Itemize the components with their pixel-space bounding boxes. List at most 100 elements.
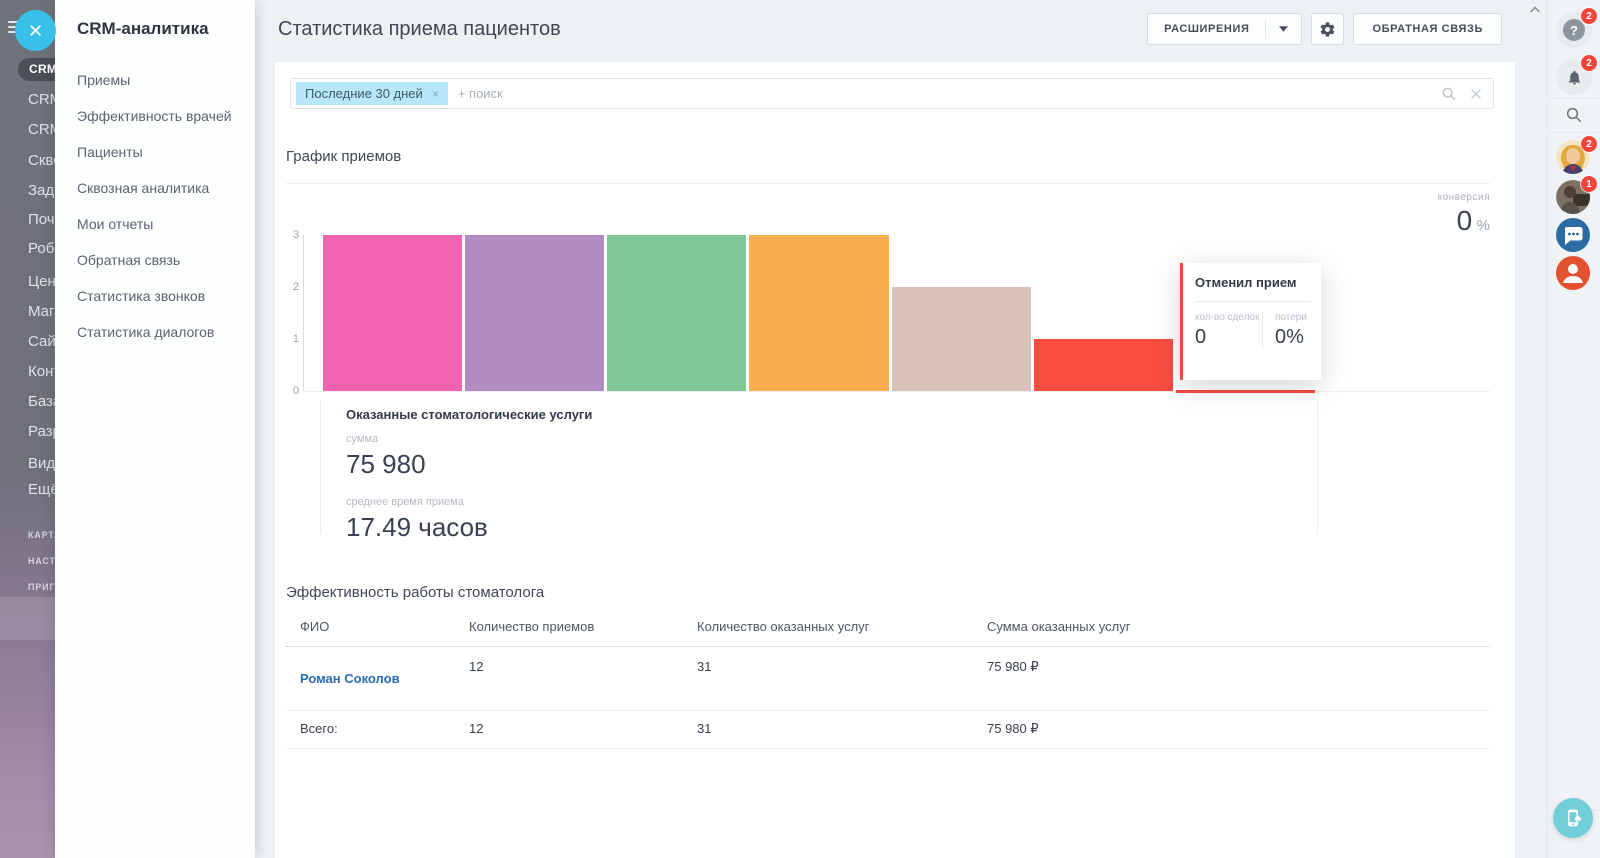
- y-tick-label: 2: [277, 281, 299, 293]
- feedback-label: ОБРАТНАЯ СВЯЗЬ: [1372, 23, 1483, 35]
- table-cell: 31: [697, 711, 987, 748]
- plan-row[interactable]: ОС 9 д: [0, 597, 55, 640]
- sidebar-item[interactable]: Цент: [28, 273, 55, 290]
- main-area: Статистика приема пациентов РАСШИРЕНИЯ О…: [255, 0, 1515, 858]
- funnel-bar[interactable]: [1034, 339, 1173, 391]
- menu-item-пациенты[interactable]: Пациенты: [55, 134, 255, 170]
- close-icon: [28, 23, 43, 38]
- sidebar-item[interactable]: Скво: [28, 152, 55, 169]
- sidebar-item[interactable]: Ещё: [28, 481, 55, 498]
- sidebar-item[interactable]: Зада: [28, 182, 55, 199]
- tag-close-icon[interactable]: ×: [432, 87, 439, 101]
- tooltip-title: Отменил прием: [1195, 275, 1311, 290]
- funnel-section-title: График приемов: [286, 148, 401, 165]
- funnel-bar[interactable]: [892, 287, 1031, 391]
- filter-bar[interactable]: Последние 30 дней × + поиск: [290, 78, 1494, 109]
- person-icon: [1556, 256, 1590, 290]
- sidebar-item[interactable]: Робо: [28, 240, 55, 257]
- table-cell: 12: [469, 647, 697, 710]
- funnel-bar[interactable]: [607, 235, 746, 391]
- funnel-stage[interactable]: [892, 235, 1031, 391]
- right-rail: ? 2 2 2 1: [1547, 0, 1600, 858]
- menu-item-статистика-диалогов[interactable]: Статистика диалогов: [55, 314, 255, 350]
- table-cell: 75 980 ₽: [987, 647, 1490, 710]
- sidebar-section-label[interactable]: ПРИГЛ: [28, 582, 55, 592]
- menu-item-статистика-звонков[interactable]: Статистика звонков: [55, 278, 255, 314]
- menu-item-эффективность-врачей[interactable]: Эффективность врачей: [55, 98, 255, 134]
- profile-button[interactable]: [1556, 256, 1592, 292]
- help-button[interactable]: ? 2: [1556, 12, 1592, 48]
- search-icon: [1565, 106, 1583, 124]
- funnel-bar[interactable]: [323, 235, 462, 391]
- question-icon: ?: [1563, 19, 1585, 41]
- notifications-button[interactable]: 2: [1556, 59, 1592, 95]
- summary-avg-value: 17.49 часов: [346, 512, 1317, 543]
- sidebar-section-label[interactable]: НАСТР: [28, 556, 55, 566]
- search-icon[interactable]: [1441, 86, 1457, 102]
- close-panel-button[interactable]: [15, 10, 56, 51]
- menu-item-обратная-связь[interactable]: Обратная связь: [55, 242, 255, 278]
- settings-button[interactable]: [1311, 13, 1344, 45]
- search-input[interactable]: + поиск: [458, 86, 503, 101]
- column-header: Количество оказанных услуг: [697, 619, 987, 634]
- sidebar-section-label[interactable]: КАРТА: [28, 530, 55, 540]
- conversion-unit: %: [1477, 217, 1490, 234]
- sidebar-item[interactable]: CRM: [28, 91, 55, 108]
- tooltip-deals-label: кол-во сделок: [1195, 312, 1262, 323]
- funnel-bar[interactable]: [749, 235, 888, 391]
- tooltip-divider: [1195, 301, 1311, 302]
- feedback-button[interactable]: ОБРАТНАЯ СВЯЗЬ: [1353, 13, 1502, 45]
- doctor-name-link[interactable]: Роман Соколов: [300, 671, 400, 686]
- analytics-menu-panel: CRM-аналитика ПриемыЭффективность врачей…: [55, 0, 255, 858]
- summary-title: Оказанные стоматологические услуги: [346, 407, 1317, 422]
- user-avatar[interactable]: 2: [1556, 140, 1592, 176]
- table-section-title: Эффективность работы стоматолога: [286, 584, 544, 601]
- funnel-stage[interactable]: [607, 235, 746, 391]
- clear-search-icon[interactable]: [1469, 87, 1483, 101]
- sidebar-item[interactable]: Почт: [28, 211, 55, 228]
- mobile-app-button[interactable]: [1553, 798, 1593, 838]
- extensions-button[interactable]: РАСШИРЕНИЯ: [1147, 13, 1302, 45]
- sidebar-item[interactable]: Виде: [28, 455, 55, 472]
- chevron-up-icon[interactable]: [1528, 3, 1542, 21]
- conversion-block: конверсия 0 %: [1438, 192, 1490, 237]
- menu-item-мои-отчеты[interactable]: Мои отчеты: [55, 206, 255, 242]
- funnel-stage[interactable]: [1034, 235, 1173, 391]
- conversion-label: конверсия: [1438, 192, 1490, 203]
- rail-divider: [1548, 132, 1600, 133]
- tooltip-loss-label: потери: [1275, 312, 1307, 323]
- sidebar-item[interactable]: Конт: [28, 363, 55, 380]
- table-cell: 31: [697, 647, 987, 710]
- sidebar-item[interactable]: CRM: [28, 121, 55, 138]
- sidebar-item-active[interactable]: CRM: [18, 58, 55, 81]
- y-tick-label: 0: [277, 385, 299, 397]
- tooltip-loss-value: 0%: [1275, 326, 1307, 349]
- main-header: Статистика приема пациентов РАСШИРЕНИЯ О…: [255, 0, 1515, 62]
- menu-item-приемы[interactable]: Приемы: [55, 62, 255, 98]
- app-window: CRM CRM CRM Скво Зада Почт Робо Цент Мага Сайт Ко…: [0, 0, 1600, 858]
- table-cell: 75 980 ₽: [987, 711, 1490, 748]
- notifications-badge: 2: [1581, 55, 1597, 71]
- menu-item-сквозная-аналитика[interactable]: Сквозная аналитика: [55, 170, 255, 206]
- bell-icon: [1566, 69, 1583, 86]
- rail-search-button[interactable]: [1556, 106, 1592, 124]
- funnel-bar[interactable]: [465, 235, 604, 391]
- chevron-down-icon[interactable]: [1266, 26, 1301, 32]
- funnel-bar[interactable]: [1176, 390, 1315, 393]
- sidebar-item[interactable]: База: [28, 393, 55, 410]
- avatar-badge: 1: [1581, 176, 1597, 192]
- analytics-menu-list: ПриемыЭффективность врачейПациентыСквозн…: [55, 62, 255, 350]
- sidebar-item[interactable]: Мага: [28, 303, 55, 320]
- filter-tag[interactable]: Последние 30 дней ×: [296, 82, 448, 105]
- funnel-stage[interactable]: [749, 235, 888, 391]
- sidebar-item[interactable]: Разр: [28, 423, 55, 440]
- sidebar-item[interactable]: Сайт: [28, 333, 55, 350]
- funnel-stage[interactable]: [465, 235, 604, 391]
- user-avatar[interactable]: 1: [1556, 180, 1592, 216]
- conversion-value: 0: [1457, 205, 1473, 236]
- table-total-row: Всего: 12 31 75 980 ₽: [286, 711, 1490, 749]
- rail-divider: [1548, 98, 1600, 99]
- funnel-stage[interactable]: [323, 235, 462, 391]
- column-header: Количество приемов: [469, 619, 697, 634]
- team-chat-button[interactable]: [1556, 218, 1592, 254]
